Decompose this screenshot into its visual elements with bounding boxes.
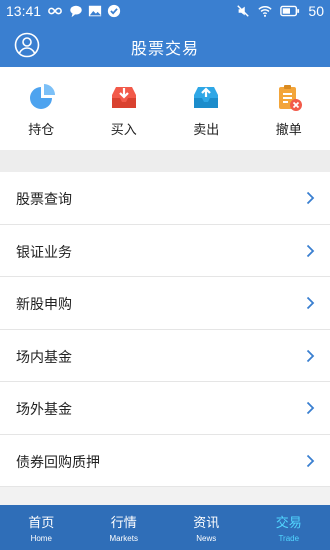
- battery-level: 50: [308, 3, 324, 19]
- sell-button[interactable]: 卖出: [165, 67, 248, 150]
- chevron-right-icon: [306, 349, 315, 362]
- holdings-label: 持仓: [28, 123, 55, 138]
- tab-home[interactable]: 首页 Home: [0, 505, 83, 550]
- inbox-download-icon: [111, 87, 136, 108]
- tab-sublabel: News: [196, 534, 217, 543]
- app-header: 股票交易: [0, 23, 330, 67]
- chevron-right-icon: [306, 454, 315, 467]
- chevron-right-icon: [306, 296, 315, 310]
- buy-button[interactable]: 买入: [83, 67, 166, 150]
- chevron-right-icon: [306, 244, 315, 257]
- tab-sublabel: Trade: [278, 534, 300, 543]
- menu-item-label: 银证业务: [16, 244, 72, 261]
- menu-list: 股票查询 银证业务 新股申购 场内基金 场外基金 债券回购质押: [0, 172, 330, 487]
- menu-item-ipo-subscription[interactable]: 新股申购: [0, 277, 330, 330]
- cancel-order-label: 撤单: [275, 123, 302, 138]
- tab-label: 首页: [28, 516, 55, 531]
- section-divider: [0, 150, 330, 172]
- cancel-order-button[interactable]: 撤单: [248, 67, 330, 150]
- menu-item-stock-query[interactable]: 股票查询: [0, 172, 330, 225]
- buy-label: 买入: [110, 123, 137, 138]
- wifi-icon: [258, 6, 273, 17]
- menu-item-otc-funds[interactable]: 场外基金: [0, 382, 330, 435]
- menu-item-exchange-funds[interactable]: 场内基金: [0, 330, 330, 382]
- holdings-button[interactable]: 持仓: [0, 67, 83, 150]
- sell-label: 卖出: [193, 123, 220, 138]
- infinity-icon: [48, 7, 62, 15]
- menu-item-label: 新股申购: [16, 297, 72, 313]
- tab-label: 资讯: [193, 516, 220, 531]
- tab-sublabel: Home: [30, 534, 52, 543]
- tab-trade[interactable]: 交易 Trade: [248, 505, 330, 550]
- check-icon: [107, 4, 121, 18]
- tab-sublabel: Markets: [109, 534, 138, 543]
- cancel-order-icon: [278, 85, 302, 111]
- menu-item-bond-repo-pledge[interactable]: 债券回购质押: [0, 435, 330, 487]
- mute-icon: [237, 5, 250, 17]
- status-time: 13:41: [6, 3, 42, 19]
- chevron-right-icon: [306, 191, 315, 205]
- menu-item-bank-securities[interactable]: 银证业务: [0, 225, 330, 277]
- status-bar: 13:41 50: [0, 0, 330, 23]
- menu-item-label: 债券回购质押: [16, 454, 100, 471]
- tab-label: 交易: [275, 516, 302, 531]
- chat-icon: [70, 5, 82, 18]
- battery-icon: [280, 5, 300, 17]
- tab-news[interactable]: 资讯 News: [165, 505, 248, 550]
- quick-actions: 持仓 买入 卖出 撤单: [0, 67, 330, 150]
- bottom-tab-bar: 首页 Home 行情 Markets 资讯 News 交易 Trade: [0, 505, 330, 550]
- chevron-right-icon: [306, 401, 315, 415]
- page-title: 股票交易: [130, 39, 199, 58]
- image-icon: [88, 5, 102, 17]
- inbox-upload-icon: [194, 87, 219, 108]
- menu-item-label: 场外基金: [16, 402, 72, 418]
- tab-markets[interactable]: 行情 Markets: [83, 505, 166, 550]
- pie-chart-icon: [30, 84, 56, 109]
- menu-item-label: 场内基金: [16, 349, 72, 366]
- menu-item-label: 股票查询: [16, 192, 72, 208]
- tab-label: 行情: [110, 516, 137, 531]
